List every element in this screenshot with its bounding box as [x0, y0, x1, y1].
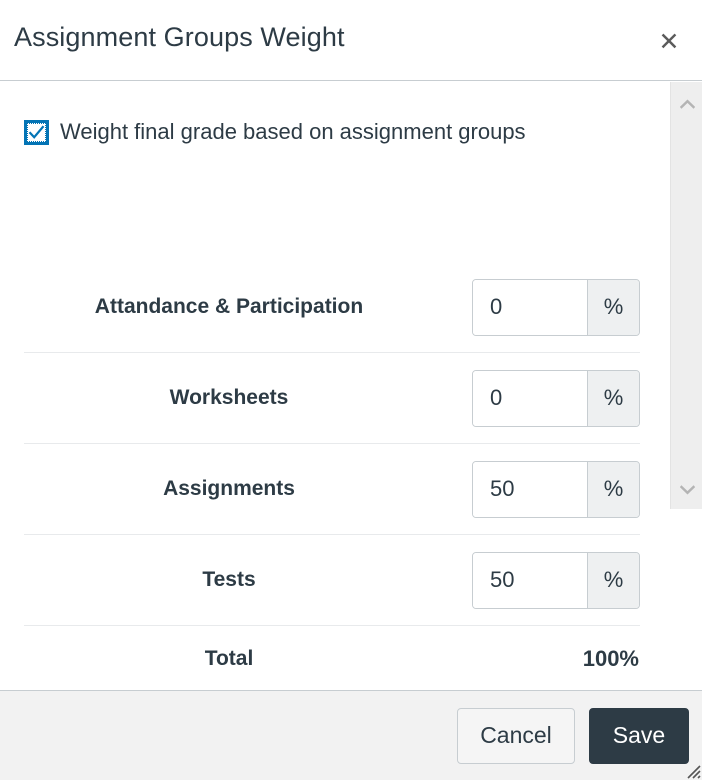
- weight-input-group[interactable]: %: [472, 460, 640, 518]
- dialog-header: Assignment Groups Weight ✕: [0, 0, 702, 81]
- weight-input[interactable]: [473, 370, 587, 426]
- group-weight-field: %: [452, 278, 640, 336]
- table-row: Worksheets %: [24, 353, 640, 444]
- group-name-label: Worksheets: [169, 386, 289, 409]
- weight-input-group[interactable]: %: [472, 278, 640, 336]
- weight-input[interactable]: [473, 461, 587, 517]
- group-weight-field: %: [452, 460, 640, 518]
- percent-addon: %: [587, 461, 639, 517]
- assignment-group-weights-table: Attandance & Participation % Worksheets …: [24, 262, 640, 690]
- page-title: Assignment Groups Weight: [14, 22, 345, 52]
- total-row: Total 100%: [24, 626, 640, 690]
- group-name-label: Tests: [202, 568, 256, 591]
- weight-final-grade-checkbox[interactable]: [24, 119, 49, 145]
- close-button[interactable]: ✕: [650, 22, 688, 60]
- weight-input[interactable]: [473, 279, 587, 335]
- weight-final-grade-label: Weight final grade based on assignment g…: [60, 119, 526, 144]
- table-row: Attandance & Participation %: [24, 262, 640, 353]
- save-button[interactable]: Save: [589, 707, 689, 764]
- assignment-groups-weight-dialog: Assignment Groups Weight ✕ Weight final …: [0, 0, 702, 780]
- resize-grip-icon[interactable]: [683, 761, 701, 779]
- group-weight-field: %: [452, 551, 640, 609]
- percent-addon: %: [587, 370, 639, 426]
- table-row: Assignments %: [24, 444, 640, 535]
- total-label: Total: [204, 647, 254, 670]
- scroll-up-button[interactable]: [671, 88, 702, 120]
- dialog-footer: Cancel Save: [0, 690, 702, 780]
- group-weight-field: %: [452, 369, 640, 427]
- total-value: 100%: [582, 646, 639, 671]
- table-row: Tests %: [24, 535, 640, 626]
- weight-input[interactable]: [473, 552, 587, 608]
- weight-input-group[interactable]: %: [472, 551, 640, 609]
- chevron-up-icon: [679, 99, 695, 109]
- close-icon: ✕: [658, 26, 680, 56]
- scroll-down-button[interactable]: [671, 474, 702, 506]
- weight-input-group[interactable]: %: [472, 369, 640, 427]
- cancel-button[interactable]: Cancel: [457, 707, 575, 764]
- group-name-label: Attandance & Participation: [94, 295, 364, 318]
- chevron-down-icon: [679, 485, 695, 495]
- weight-final-grade-toggle-row[interactable]: Weight final grade based on assignment g…: [24, 119, 526, 145]
- dialog-body: Weight final grade based on assignment g…: [0, 81, 702, 690]
- checkmark-icon: [28, 124, 45, 139]
- percent-addon: %: [587, 552, 639, 608]
- percent-addon: %: [587, 279, 639, 335]
- vertical-scrollbar[interactable]: [670, 82, 702, 509]
- group-name-label: Assignments: [163, 477, 295, 500]
